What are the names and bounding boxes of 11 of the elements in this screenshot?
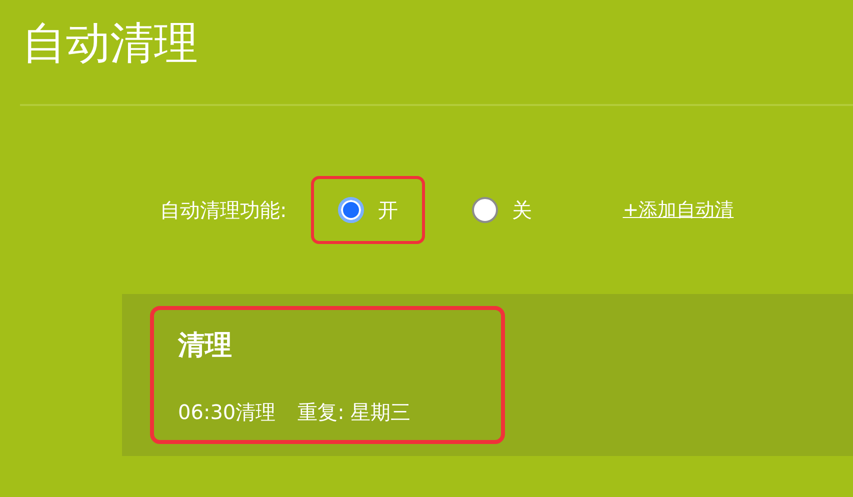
schedule-card[interactable]: 清理 06:30清理 重复: 星期三: [150, 306, 505, 444]
setting-label: 自动清理功能:: [160, 197, 287, 224]
radio-option[interactable]: 开: [310, 176, 425, 244]
radio-option[interactable]: 关: [444, 176, 559, 244]
radio-icon[interactable]: [472, 197, 498, 223]
schedule-repeat: 重复: 星期三: [298, 400, 411, 424]
schedule-time: 06:30清理: [178, 400, 276, 424]
add-schedule-link[interactable]: +添加自动清: [622, 196, 734, 224]
radio-icon[interactable]: [338, 197, 364, 223]
page-title: 自动清理: [21, 17, 199, 71]
schedule-name: 清理: [178, 329, 233, 363]
